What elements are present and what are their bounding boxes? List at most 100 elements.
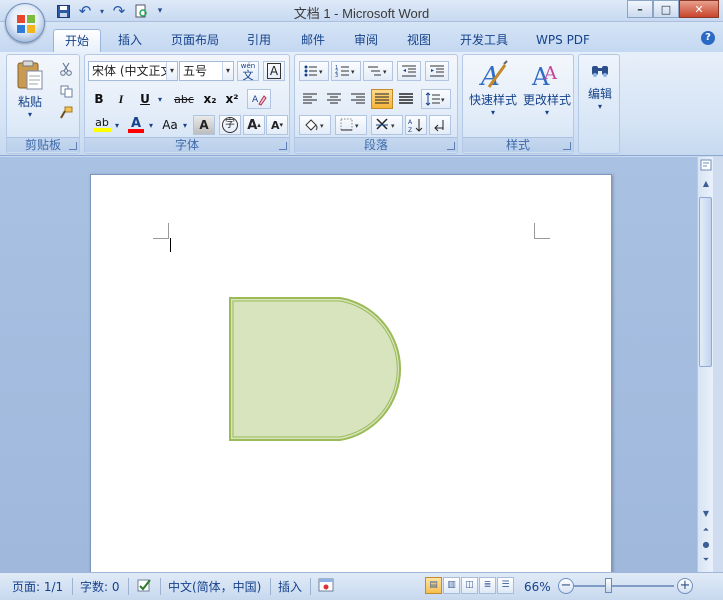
character-border-icon: A xyxy=(266,63,282,79)
shrink-font-button[interactable]: A ▾ xyxy=(266,115,288,135)
increase-indent-button[interactable] xyxy=(425,61,449,81)
tab-wps-pdf[interactable]: WPS PDF xyxy=(528,29,598,52)
select-browse-object-icon[interactable]: ● xyxy=(699,538,713,552)
change-styles-dropdown-icon[interactable]: ▾ xyxy=(545,108,549,117)
styles-launcher-icon[interactable] xyxy=(563,142,571,150)
align-left-button[interactable] xyxy=(299,89,321,109)
align-center-button[interactable] xyxy=(323,89,345,109)
clipboard-launcher-icon[interactable] xyxy=(69,142,77,150)
underline-dropdown-icon[interactable]: ▾ xyxy=(155,89,165,109)
underline-button[interactable]: U xyxy=(135,89,155,109)
format-painter-icon[interactable] xyxy=(57,103,75,123)
tab-mailings[interactable]: 邮件 xyxy=(292,29,334,52)
editing-dropdown-icon[interactable]: ▾ xyxy=(598,102,602,111)
font-name-select[interactable]: 宋体 (中文正文) ▾ xyxy=(88,61,178,81)
zoom-slider-track[interactable] xyxy=(574,585,674,587)
close-button[interactable]: ✕ xyxy=(679,0,719,18)
multilevel-list-button[interactable]: ▾ xyxy=(363,61,393,81)
paragraph-launcher-icon[interactable] xyxy=(447,142,455,150)
highlight-dropdown-icon[interactable]: ▾ xyxy=(113,115,121,135)
zoom-level[interactable]: 66% xyxy=(524,578,551,596)
change-styles-button[interactable]: A A 更改样式 ▾ xyxy=(519,59,575,117)
change-case-dropdown-icon[interactable]: ▾ xyxy=(181,115,189,135)
line-spacing-button[interactable]: ▾ xyxy=(421,89,451,109)
tab-references[interactable]: 引用 xyxy=(238,29,280,52)
tab-home[interactable]: 开始 xyxy=(53,29,101,52)
align-right-button[interactable] xyxy=(347,89,369,109)
font-color-button[interactable]: A xyxy=(125,115,147,135)
editing-button[interactable]: 编辑 ▾ xyxy=(580,59,620,111)
word-count[interactable]: 字数: 0 xyxy=(80,578,120,596)
character-border-button[interactable]: A xyxy=(263,61,285,81)
character-shading-button[interactable]: A xyxy=(193,115,215,135)
paste-dropdown-icon[interactable]: ▾ xyxy=(28,110,32,119)
ruler-toggle-icon[interactable] xyxy=(699,159,713,173)
svg-text:A: A xyxy=(408,119,413,126)
full-screen-reading-icon[interactable]: ▥ xyxy=(443,577,460,594)
font-size-select[interactable]: 五号 ▾ xyxy=(179,61,234,81)
styles-group-label: 样式 xyxy=(463,137,573,152)
print-layout-icon[interactable]: ▤ xyxy=(425,577,442,594)
language-indicator[interactable]: 中文(简体，中国) xyxy=(168,578,261,596)
document-page[interactable] xyxy=(90,174,612,574)
quick-styles-button[interactable]: A 快速样式 ▾ xyxy=(465,59,521,117)
proofing-icon[interactable] xyxy=(136,578,154,596)
web-layout-icon[interactable]: ◫ xyxy=(461,577,478,594)
tab-page-layout[interactable]: 页面布局 xyxy=(164,29,226,52)
scroll-down-icon[interactable]: ▼ xyxy=(699,507,713,521)
grow-font-button[interactable]: A ▴ xyxy=(243,115,265,135)
zoom-slider-thumb[interactable] xyxy=(605,578,612,593)
italic-button[interactable]: I xyxy=(111,89,131,109)
paste-button[interactable]: 粘贴 ▾ xyxy=(13,59,47,119)
help-icon[interactable]: ? xyxy=(701,31,715,45)
bold-button[interactable]: B xyxy=(89,89,109,109)
strikethrough-button[interactable]: abc xyxy=(171,89,197,109)
highlight-button[interactable]: ab xyxy=(89,115,115,135)
minimize-button[interactable]: – xyxy=(627,0,653,18)
distributed-button[interactable] xyxy=(395,89,417,109)
clear-formatting-button[interactable]: A xyxy=(247,89,271,109)
justify-button[interactable] xyxy=(371,89,393,109)
zoom-in-icon[interactable]: + xyxy=(677,578,693,594)
draft-view-icon[interactable]: ☰ xyxy=(497,577,514,594)
tab-view[interactable]: 视图 xyxy=(398,29,440,52)
tab-review[interactable]: 审阅 xyxy=(345,29,387,52)
scroll-up-icon[interactable]: ▲ xyxy=(699,177,713,191)
change-case-button[interactable]: Aa xyxy=(157,115,183,135)
font-launcher-icon[interactable] xyxy=(279,142,287,150)
page-count[interactable]: 页面: 1/1 xyxy=(12,578,63,596)
maximize-button[interactable]: □ xyxy=(653,0,679,18)
show-hide-marks-button[interactable] xyxy=(429,115,451,135)
subscript-button[interactable]: x₂ xyxy=(199,89,221,109)
superscript-button[interactable]: x² xyxy=(221,89,243,109)
copy-icon[interactable] xyxy=(57,81,75,101)
zoom-out-icon[interactable]: − xyxy=(558,578,574,594)
phonetic-guide-button[interactable]: wén 文 xyxy=(237,61,259,81)
chinese-layout-button[interactable]: ▾ xyxy=(371,115,403,135)
tab-insert[interactable]: 插入 xyxy=(108,29,152,52)
previous-page-icon[interactable]: ⏶ xyxy=(699,523,713,537)
enclose-characters-button[interactable]: 字 xyxy=(219,115,241,135)
delay-shape[interactable] xyxy=(228,296,418,446)
scrollbar-thumb[interactable] xyxy=(699,197,712,367)
next-page-icon[interactable]: ⏷ xyxy=(699,553,713,567)
chevron-down-icon[interactable]: ▾ xyxy=(166,62,177,80)
cut-icon[interactable] xyxy=(57,59,75,79)
numbering-button[interactable]: 1 2 3 ▾ xyxy=(331,61,361,81)
chevron-down-icon[interactable]: ▾ xyxy=(222,62,233,80)
borders-button[interactable]: ▾ xyxy=(335,115,367,135)
macro-recording-icon[interactable] xyxy=(318,578,334,596)
insert-mode[interactable]: 插入 xyxy=(278,578,302,596)
sort-button[interactable]: AZ xyxy=(405,115,427,135)
window-controls: – □ ✕ xyxy=(627,0,719,18)
quick-styles-dropdown-icon[interactable]: ▾ xyxy=(491,108,495,117)
decrease-indent-button[interactable] xyxy=(397,61,421,81)
office-button[interactable] xyxy=(5,3,45,43)
outline-view-icon[interactable]: ≣ xyxy=(479,577,496,594)
bullets-button[interactable]: ▾ xyxy=(299,61,329,81)
font-color-dropdown-icon[interactable]: ▾ xyxy=(147,115,155,135)
vertical-scrollbar[interactable]: ▲ ▼ ⏶ ● ⏷ xyxy=(697,157,713,572)
status-bar: 页面: 1/1 字数: 0 中文(简体，中国) 插入 ▤ ▥ ◫ ≣ ☰ 66%… xyxy=(0,572,723,600)
shading-button[interactable]: ▾ xyxy=(299,115,331,135)
tab-developer[interactable]: 开发工具 xyxy=(452,29,516,52)
